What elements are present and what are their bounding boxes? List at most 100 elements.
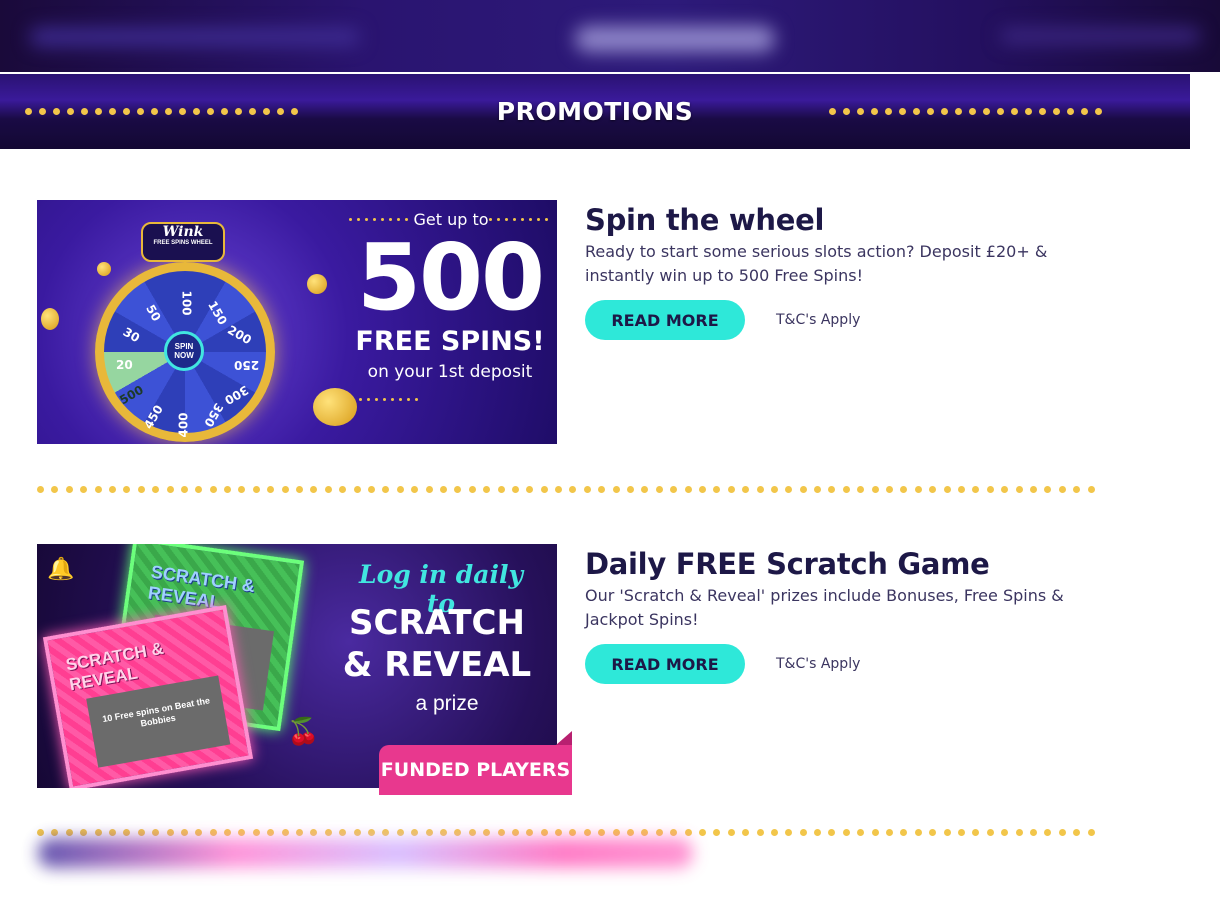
dot: [555, 829, 563, 836]
section-divider: [37, 829, 1107, 837]
dot: [1001, 486, 1009, 493]
dot: [843, 108, 850, 115]
dot: [1015, 829, 1023, 836]
dot: [109, 108, 116, 115]
dot: [65, 829, 73, 836]
dot: [814, 486, 822, 493]
site-logo[interactable]: [575, 26, 775, 52]
dot: [986, 486, 994, 493]
read-more-button[interactable]: READ MORE: [585, 300, 745, 340]
dot: [382, 486, 390, 493]
terms-link[interactable]: T&C's Apply: [776, 312, 860, 328]
dot: [166, 829, 174, 836]
dot: [108, 486, 116, 493]
dot: [94, 829, 102, 836]
dot: [81, 108, 88, 115]
dot: [267, 486, 275, 493]
dot: [1015, 486, 1023, 493]
dot: [165, 108, 172, 115]
dot: [1095, 108, 1102, 115]
dot: [296, 486, 304, 493]
dot: [209, 486, 217, 493]
dot: [814, 829, 822, 836]
dot: [152, 486, 160, 493]
dot: [1073, 829, 1081, 836]
wheel-value: 250: [234, 358, 260, 372]
ribbon-fold: [556, 731, 572, 745]
dot: [53, 108, 60, 115]
dot: [983, 108, 990, 115]
dot: [842, 486, 850, 493]
wheel-value: 400: [176, 412, 191, 438]
dot: [249, 108, 256, 115]
dot: [1044, 486, 1052, 493]
dot: [123, 486, 131, 493]
dot: [195, 486, 203, 493]
dot: [353, 829, 361, 836]
cta-row: READ MORE T&C's Apply: [585, 300, 1105, 340]
dot: [396, 829, 404, 836]
dot: [439, 486, 447, 493]
dot: [151, 108, 158, 115]
cta-row: READ MORE T&C's Apply: [585, 644, 1105, 684]
dot: [67, 108, 74, 115]
promo-card-spin-wheel: 100 150 200 250 300 350 400 450 500 20 3…: [37, 200, 1117, 460]
top-navigation: [0, 0, 1220, 72]
dot: [1025, 108, 1032, 115]
promo-text-block: Spin the wheel Ready to start some serio…: [585, 200, 1105, 340]
nav-links-right[interactable]: [1000, 28, 1200, 44]
dot: [359, 398, 362, 401]
dot: [943, 486, 951, 493]
dot: [598, 486, 606, 493]
dot: [670, 829, 678, 836]
decorative-dots: [359, 398, 418, 401]
banner-amount: 500: [356, 224, 545, 331]
dot: [1011, 108, 1018, 115]
nav-links-left[interactable]: [30, 28, 360, 46]
promo-image-spin-wheel[interactable]: 100 150 200 250 300 350 400 450 500 20 3…: [37, 200, 557, 444]
dot: [51, 486, 59, 493]
dot: [713, 829, 721, 836]
dot: [1073, 486, 1081, 493]
dot: [526, 829, 534, 836]
dot: [698, 829, 706, 836]
dot: [407, 398, 410, 401]
dot: [137, 486, 145, 493]
dot: [263, 108, 270, 115]
dot: [972, 486, 980, 493]
dot: [742, 486, 750, 493]
dot: [886, 829, 894, 836]
dot: [927, 108, 934, 115]
dot: [655, 486, 663, 493]
dot: [94, 486, 102, 493]
dot: [1087, 829, 1095, 836]
dot: [1087, 486, 1095, 493]
promo-description: Our 'Scratch & Reveal' prizes include Bo…: [585, 586, 1064, 629]
dot: [166, 486, 174, 493]
dot: [310, 829, 318, 836]
terms-link[interactable]: T&C's Apply: [776, 656, 860, 672]
next-promo-image[interactable]: [38, 838, 693, 868]
dot: [391, 398, 394, 401]
dot: [955, 108, 962, 115]
dot: [583, 486, 591, 493]
coin-icon: [97, 262, 111, 276]
dot: [969, 108, 976, 115]
dot: [943, 829, 951, 836]
dot: [756, 829, 764, 836]
dot: [526, 486, 534, 493]
dot: [310, 486, 318, 493]
dot: [900, 486, 908, 493]
coin-icon: [313, 388, 357, 426]
read-more-button[interactable]: READ MORE: [585, 644, 745, 684]
dot: [655, 829, 663, 836]
dot: [1029, 486, 1037, 493]
bell-icon: 🔔: [47, 556, 75, 581]
dot: [454, 829, 462, 836]
dot: [37, 486, 44, 493]
promo-title: Spin the wheel: [585, 203, 825, 237]
dot: [627, 486, 635, 493]
dot: [1081, 108, 1088, 115]
banner-deposit-note: on your 1st deposit: [367, 362, 533, 382]
dot: [238, 829, 246, 836]
